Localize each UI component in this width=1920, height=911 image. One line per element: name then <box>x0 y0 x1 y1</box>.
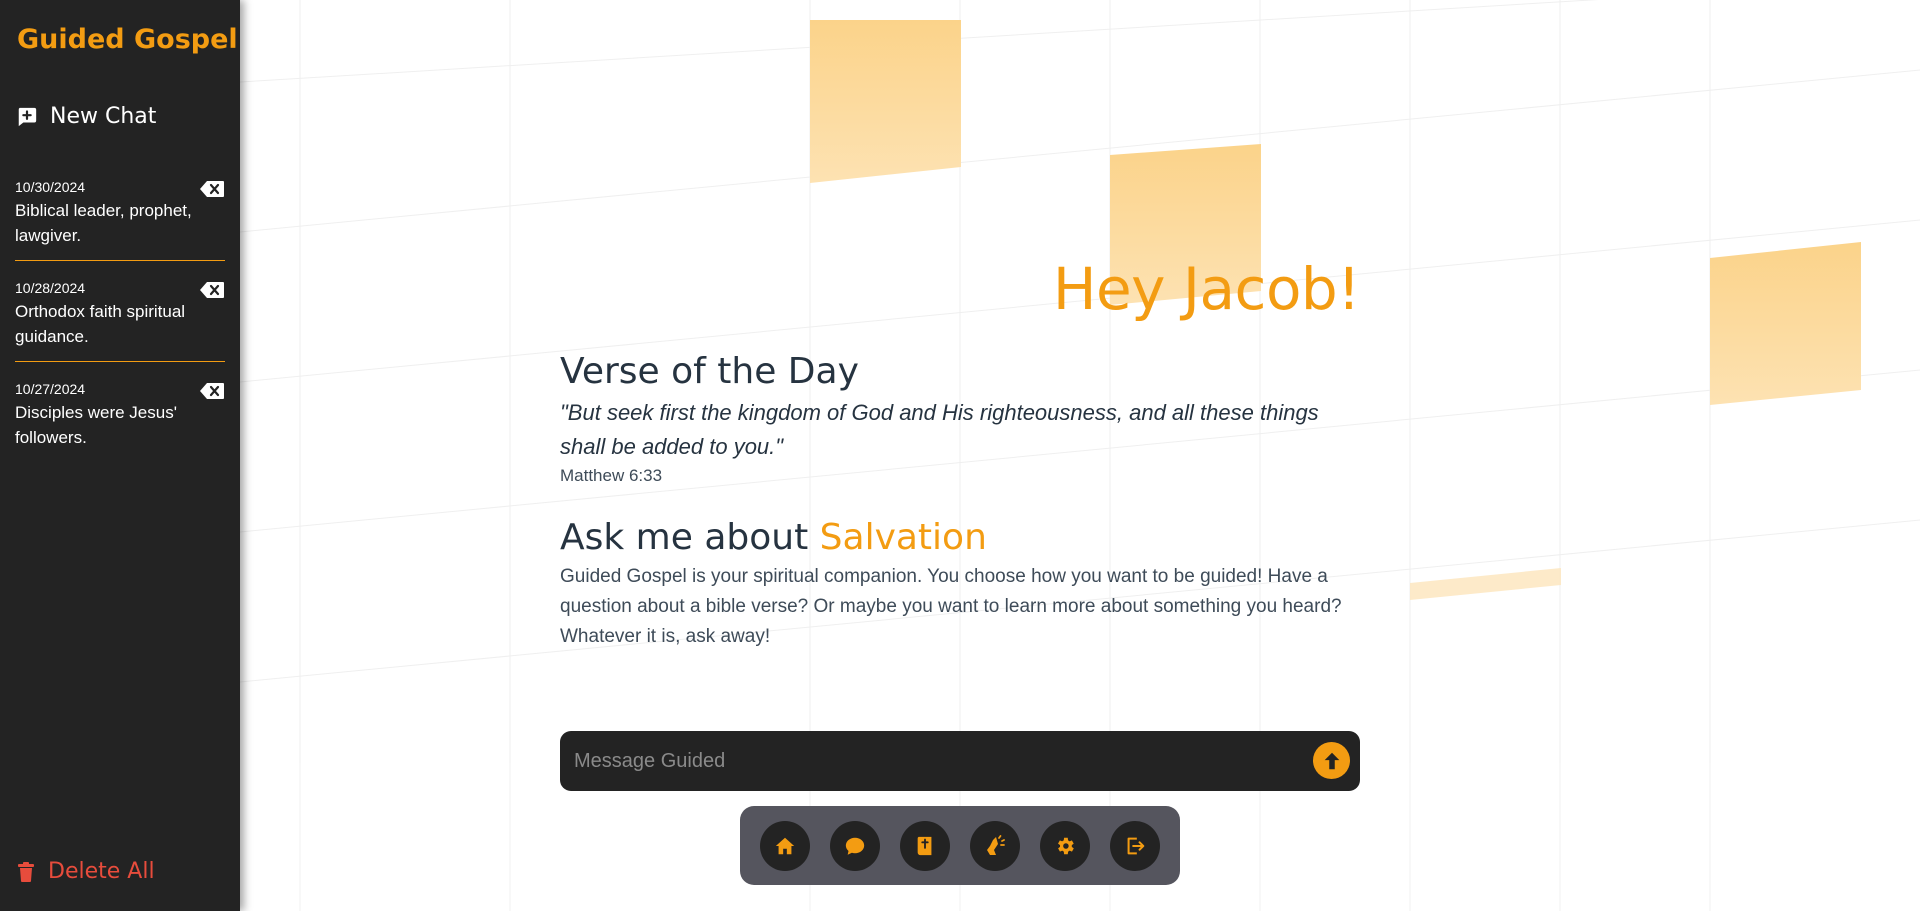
send-button[interactable] <box>1313 742 1350 779</box>
praying-hands-icon <box>987 834 1005 855</box>
dock-prayer-button[interactable] <box>970 820 1020 871</box>
chat-title: Biblical leader, prophet, lawgiver. <box>15 201 192 245</box>
chat-history-item[interactable]: 10/30/2024 Biblical leader, prophet, law… <box>15 174 225 261</box>
brand-title[interactable]: Guided Gospel <box>17 24 238 55</box>
new-chat-icon <box>18 107 37 126</box>
message-bar <box>560 731 1360 791</box>
ask-topic: Salvation <box>819 517 987 558</box>
dock-chat-button[interactable] <box>830 820 880 871</box>
verse-of-the-day-heading: Verse of the Day <box>560 351 859 392</box>
new-chat-label: New Chat <box>50 104 157 129</box>
verse-reference: Matthew 6:33 <box>560 466 663 485</box>
dock-logout-button[interactable] <box>1110 820 1160 871</box>
sidebar: Guided Gospel New Chat 10/30/2024 Biblic… <box>0 0 240 911</box>
logout-icon <box>1127 837 1145 854</box>
delete-all-label: Delete All <box>48 859 155 884</box>
new-chat-button[interactable]: New Chat <box>16 104 156 129</box>
ask-prefix: Ask me about <box>560 517 820 558</box>
chat-title: Disciples were Jesus' followers. <box>15 403 177 447</box>
delete-chat-icon[interactable] <box>199 382 225 400</box>
chat-date: 10/30/2024 <box>15 179 86 195</box>
delete-chat-icon[interactable] <box>199 180 225 198</box>
trash-icon <box>18 861 34 882</box>
chat-date: 10/28/2024 <box>15 280 86 296</box>
home-icon <box>775 837 795 854</box>
chat-date: 10/27/2024 <box>15 381 86 397</box>
app-description: Guided Gospel is your spiritual companio… <box>560 566 1342 647</box>
bible-icon <box>917 836 932 855</box>
delete-all-button[interactable]: Delete All <box>18 859 155 884</box>
chat-history-list: 10/30/2024 Biblical leader, prophet, law… <box>15 174 225 476</box>
gear-icon <box>1058 837 1074 854</box>
dock-home-button[interactable] <box>760 820 810 871</box>
arrow-up-icon <box>1324 752 1339 769</box>
chat-title: Orthodox faith spiritual guidance. <box>15 302 186 346</box>
message-input[interactable] <box>574 731 1274 791</box>
greeting-heading: Hey Jacob! <box>1052 255 1361 323</box>
dock-bible-button[interactable] <box>900 820 950 871</box>
chat-history-item[interactable]: 10/27/2024 Disciples were Jesus' followe… <box>15 376 225 462</box>
chat-bubble-icon <box>845 837 865 855</box>
dock-settings-button[interactable] <box>1040 820 1090 871</box>
bottom-dock <box>740 806 1180 885</box>
main-content: Verse of the Day "But seek first the kin… <box>560 350 1360 652</box>
chat-history-item[interactable]: 10/28/2024 Orthodox faith spiritual guid… <box>15 275 225 362</box>
delete-chat-icon[interactable] <box>199 281 225 299</box>
verse-text: "But seek first the kingdom of God and H… <box>560 400 1319 459</box>
ask-me-heading: Ask me about Salvation <box>560 516 1360 560</box>
